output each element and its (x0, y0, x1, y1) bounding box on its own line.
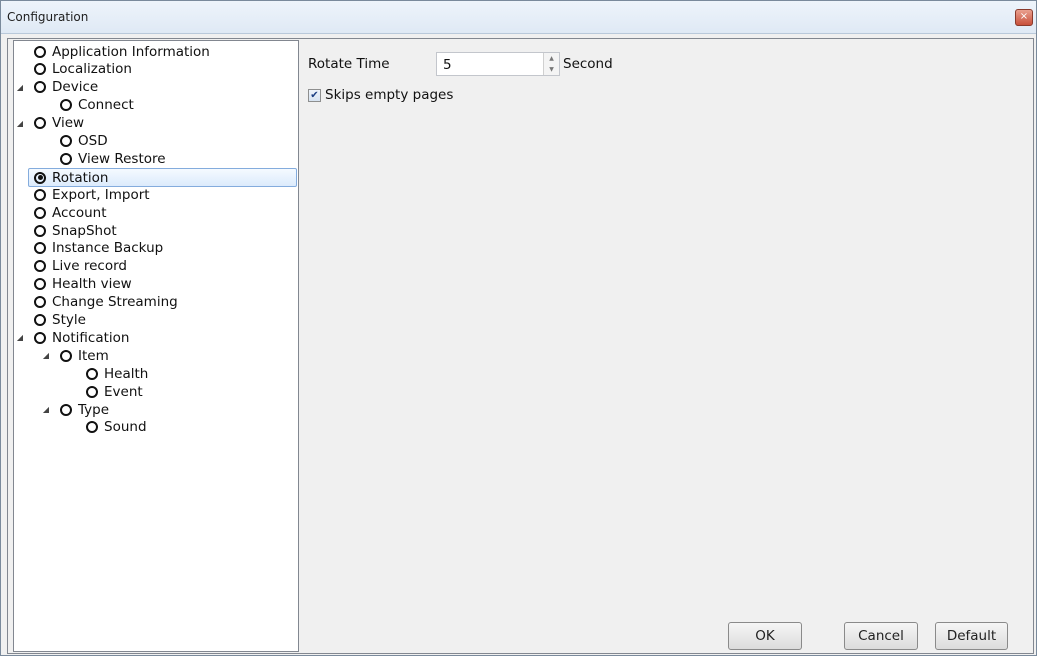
tree-item-snapshot[interactable]: SnapShot (34, 222, 117, 239)
settings-tree[interactable]: Application Information Localization ◢ Devi… (13, 40, 299, 652)
tree-item-account[interactable]: Account (34, 204, 107, 221)
radio-icon (34, 224, 46, 237)
radio-icon (34, 260, 46, 273)
tree-item-label: Item (78, 347, 109, 364)
tree-item-style[interactable]: Style (34, 312, 86, 329)
radio-icon (34, 331, 46, 344)
tree-item-label: Health view (52, 276, 132, 293)
spin-down-icon[interactable]: ▼ (544, 64, 559, 75)
tree-item-connect[interactable]: Connect (60, 97, 134, 114)
radio-icon (34, 117, 46, 130)
rotation-settings-panel: Rotate Time 5 ▲ ▼ Second ✔ Skips empty p… (298, 40, 1030, 650)
tree-item-instance-backup[interactable]: Instance Backup (34, 240, 163, 257)
tree-item-event[interactable]: Event (86, 383, 143, 400)
tree-item-label: Style (52, 312, 86, 328)
radio-icon (60, 99, 72, 112)
expand-arrow-icon[interactable]: ◢ (41, 351, 51, 360)
rotate-time-spinner[interactable]: 5 ▲ ▼ (436, 52, 560, 76)
tree-item-health-view[interactable]: Health view (34, 276, 132, 293)
tree-item-notification[interactable]: ◢ Notification (17, 329, 130, 346)
tree-item-change-streaming[interactable]: Change Streaming (34, 294, 178, 311)
radio-icon (86, 367, 98, 380)
skip-empty-pages-checkbox[interactable]: ✔ (308, 89, 321, 102)
tree-item-label: Export, Import (52, 186, 150, 203)
radio-icon (60, 349, 72, 362)
tree-item-view-restore[interactable]: View Restore (60, 150, 166, 167)
tree-item-label: OSD (78, 133, 108, 149)
tree-item-label: Notification (52, 329, 130, 346)
tree-item-label: Live record (52, 258, 127, 275)
tree-item-label: Event (104, 383, 143, 400)
tree-item-type[interactable]: ◢ Type (43, 401, 110, 418)
tree-item-label: SnapShot (52, 222, 117, 239)
expand-arrow-icon[interactable]: ◢ (15, 119, 25, 128)
tree-item-label: Device (52, 79, 99, 96)
tree-item-label: View (52, 115, 85, 132)
radio-icon (34, 171, 46, 184)
tree-item-item[interactable]: ◢ Item (43, 347, 109, 364)
expand-arrow-icon[interactable]: ◢ (15, 333, 25, 342)
tree-item-rotation[interactable]: Rotation (28, 168, 297, 188)
expand-arrow-icon[interactable]: ◢ (15, 83, 25, 92)
title-bar: Configuration × (1, 1, 1036, 34)
radio-icon (86, 421, 98, 434)
window-title: Configuration (7, 10, 89, 24)
tree-item-localization[interactable]: Localization (34, 61, 132, 78)
radio-icon (34, 188, 46, 201)
tree-item-view[interactable]: ◢ View (17, 115, 85, 132)
tree-item-label: Health (104, 365, 149, 382)
radio-icon (34, 206, 46, 219)
radio-icon (86, 385, 98, 398)
default-button[interactable]: Default (935, 622, 1008, 650)
radio-icon (60, 403, 72, 416)
tree-item-osd[interactable]: OSD (60, 133, 108, 150)
tree-item-health[interactable]: Health (86, 365, 148, 382)
tree-item-label: Localization (52, 61, 132, 78)
rotate-time-label: Rotate Time (308, 56, 390, 72)
radio-icon (34, 296, 46, 309)
ok-button[interactable]: OK (728, 622, 802, 650)
tree-item-label: Connect (78, 97, 134, 114)
radio-icon (60, 135, 72, 147)
radio-icon (34, 314, 46, 326)
expand-arrow-icon[interactable]: ◢ (41, 405, 51, 414)
radio-icon (34, 278, 46, 291)
radio-icon (34, 242, 46, 255)
cancel-button[interactable]: Cancel (844, 622, 918, 650)
tree-item-label: Type (78, 401, 110, 418)
tree-item-device[interactable]: ◢ Device (17, 79, 99, 96)
rotate-time-input[interactable]: 5 (443, 57, 452, 73)
radio-icon (34, 81, 46, 94)
tree-item-label: Change Streaming (52, 294, 178, 311)
tree-item-live-record[interactable]: Live record (34, 258, 127, 275)
close-icon[interactable]: × (1015, 9, 1033, 26)
tree-item-sound[interactable]: Sound (86, 419, 147, 436)
second-unit-label: Second (563, 56, 613, 72)
tree-item-label: Rotation (52, 169, 109, 186)
tree-item-label: Instance Backup (52, 240, 164, 257)
tree-item-label: Application Information (52, 43, 210, 60)
radio-icon (34, 45, 46, 58)
tree-item-label: View Restore (78, 150, 166, 167)
radio-icon (60, 152, 72, 165)
tree-item-label: Account (52, 204, 107, 221)
tree-item-export-import[interactable]: Export, Import (34, 186, 150, 203)
spinner-arrows: ▲ ▼ (543, 53, 559, 75)
radio-icon (34, 63, 46, 76)
tree-item-label: Sound (104, 419, 147, 436)
skip-empty-pages-label: Skips empty pages (325, 87, 454, 103)
spin-up-icon[interactable]: ▲ (544, 53, 559, 64)
tree-item-application-information[interactable]: Application Information (34, 43, 210, 60)
